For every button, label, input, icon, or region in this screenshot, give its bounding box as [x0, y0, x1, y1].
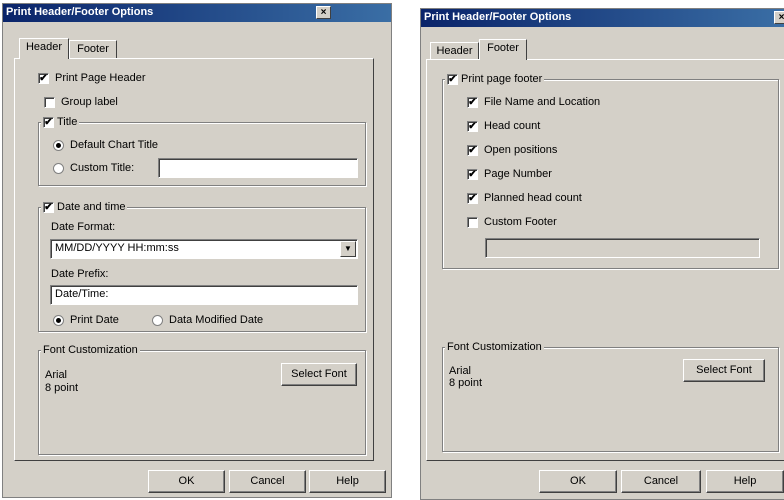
font-customization-legend: Font Customization: [445, 340, 544, 354]
chevron-down-icon[interactable]: ▼: [340, 241, 356, 257]
title-bar[interactable]: Print Header/Footer Options: [3, 4, 391, 22]
default-chart-title-label: Default Chart Title: [70, 139, 159, 152]
font-size: 8 point: [45, 382, 79, 394]
date-prefix-label: Date Prefix:: [51, 268, 109, 280]
radio-empty-icon: [53, 162, 64, 174]
date-prefix-input[interactable]: Date/Time:: [50, 285, 358, 305]
checkbox-check-icon: ✔: [447, 73, 458, 85]
tab-panel-header: ✔ Print Page Header Group label ✔ Title De…: [14, 58, 374, 461]
radio-selected-icon: [53, 314, 64, 326]
tab-footer[interactable]: Footer: [479, 39, 527, 60]
font-customization-group: Font Customization Arial 8 point Select …: [38, 343, 366, 455]
date-time-group: ✔ Date and time Date Format: MM/DD/YYYY H…: [38, 200, 366, 332]
head-count-checkbox[interactable]: ✔ Head count: [467, 119, 540, 133]
checkbox-empty-icon: [44, 96, 55, 108]
print-date-label: Print Date: [70, 314, 119, 327]
custom-footer-input[interactable]: [485, 238, 760, 258]
group-label-label: Group label: [61, 96, 118, 109]
tab-header-label: Header: [436, 45, 473, 57]
select-font-button[interactable]: Select Font: [281, 363, 357, 386]
title-group: ✔ Title Default Chart Title Custom Title:: [38, 115, 366, 186]
checkbox-check-icon: ✔: [43, 201, 54, 213]
print-page-footer-legend[interactable]: ✔ Print page footer: [445, 72, 545, 87]
ok-button[interactable]: OK: [539, 470, 617, 493]
open-positions-checkbox[interactable]: ✔ Open positions: [467, 143, 557, 157]
radio-selected-icon: [53, 139, 64, 151]
custom-title-label: Custom Title:: [70, 162, 135, 175]
page-number-label: Page Number: [484, 168, 552, 181]
title-group-legend[interactable]: ✔ Title: [41, 115, 80, 130]
custom-title-radio[interactable]: Custom Title:: [53, 161, 134, 175]
checkbox-empty-icon: [467, 216, 478, 228]
header-footer-dialog-left: Print Header/Footer Options × Header Foo…: [2, 3, 392, 498]
group-label-checkbox[interactable]: Group label: [44, 95, 118, 109]
print-page-footer-label: Print page footer: [461, 73, 543, 86]
custom-footer-label: Custom Footer: [484, 216, 557, 229]
print-date-radio[interactable]: Print Date: [53, 313, 119, 327]
checkbox-check-icon: ✔: [467, 120, 478, 132]
planned-head-count-checkbox[interactable]: ✔ Planned head count: [467, 191, 582, 205]
checkbox-check-icon: ✔: [43, 116, 54, 128]
ok-button[interactable]: OK: [148, 470, 225, 493]
select-font-button[interactable]: Select Font: [683, 359, 765, 382]
print-page-footer-group: ✔ Print page footer ✔ File Name and Locati…: [442, 72, 779, 269]
page-number-checkbox[interactable]: ✔ Page Number: [467, 167, 552, 181]
date-time-checkbox-label: Date and time: [57, 201, 126, 214]
custom-title-input[interactable]: [158, 158, 358, 178]
date-format-label: Date Format:: [51, 221, 116, 233]
close-icon: ×: [778, 12, 784, 23]
tab-footer[interactable]: Footer: [69, 40, 117, 59]
help-button[interactable]: Help: [309, 470, 386, 493]
head-count-label: Head count: [484, 120, 541, 133]
date-format-value: MM/DD/YYYY HH:mm:ss: [55, 242, 179, 254]
data-modified-date-radio[interactable]: Data Modified Date: [152, 313, 263, 327]
tab-panel-footer: ✔ Print page footer ✔ File Name and Locati…: [426, 59, 784, 461]
checkbox-check-icon: ✔: [467, 144, 478, 156]
close-icon: ×: [320, 7, 327, 18]
close-button[interactable]: ×: [774, 11, 784, 24]
planned-head-count-label: Planned head count: [484, 192, 582, 205]
radio-empty-icon: [152, 314, 163, 326]
tab-header-label: Header: [25, 41, 63, 53]
title-bar[interactable]: Print Header/Footer Options: [421, 9, 784, 27]
cancel-button[interactable]: Cancel: [621, 470, 701, 493]
custom-footer-checkbox[interactable]: Custom Footer: [467, 215, 557, 229]
close-button[interactable]: ×: [316, 6, 331, 19]
font-customization-legend: Font Customization: [41, 343, 140, 357]
file-name-location-label: File Name and Location: [484, 96, 601, 109]
tab-footer-label: Footer: [77, 43, 109, 55]
print-page-header-checkbox[interactable]: ✔ Print Page Header: [38, 71, 146, 85]
cancel-button[interactable]: Cancel: [229, 470, 306, 493]
header-footer-dialog-right: Print Header/Footer Options × Header Foo…: [420, 8, 784, 500]
date-format-dropdown[interactable]: MM/DD/YYYY HH:mm:ss ▼: [50, 239, 358, 259]
checkbox-check-icon: ✔: [467, 192, 478, 204]
dialog-title: Print Header/Footer Options: [424, 11, 572, 23]
open-positions-label: Open positions: [484, 144, 558, 157]
title-checkbox-label: Title: [57, 116, 78, 129]
tab-footer-label: Footer: [487, 42, 519, 54]
help-button[interactable]: Help: [706, 470, 784, 493]
font-size: 8 point: [449, 377, 483, 389]
checkbox-check-icon: ✔: [467, 96, 478, 108]
checkbox-check-icon: ✔: [467, 168, 478, 180]
date-time-group-legend[interactable]: ✔ Date and time: [41, 200, 128, 215]
print-page-header-label: Print Page Header: [55, 72, 146, 85]
file-name-location-checkbox[interactable]: ✔ File Name and Location: [467, 95, 600, 109]
checkbox-check-icon: ✔: [38, 72, 49, 84]
default-chart-title-radio[interactable]: Default Chart Title: [53, 138, 158, 152]
font-name: Arial: [45, 369, 68, 381]
font-customization-group: Font Customization Arial 8 point Select …: [442, 340, 779, 452]
dialog-title: Print Header/Footer Options: [6, 6, 154, 18]
tab-header[interactable]: Header: [19, 38, 69, 59]
data-modified-date-label: Data Modified Date: [169, 314, 264, 327]
